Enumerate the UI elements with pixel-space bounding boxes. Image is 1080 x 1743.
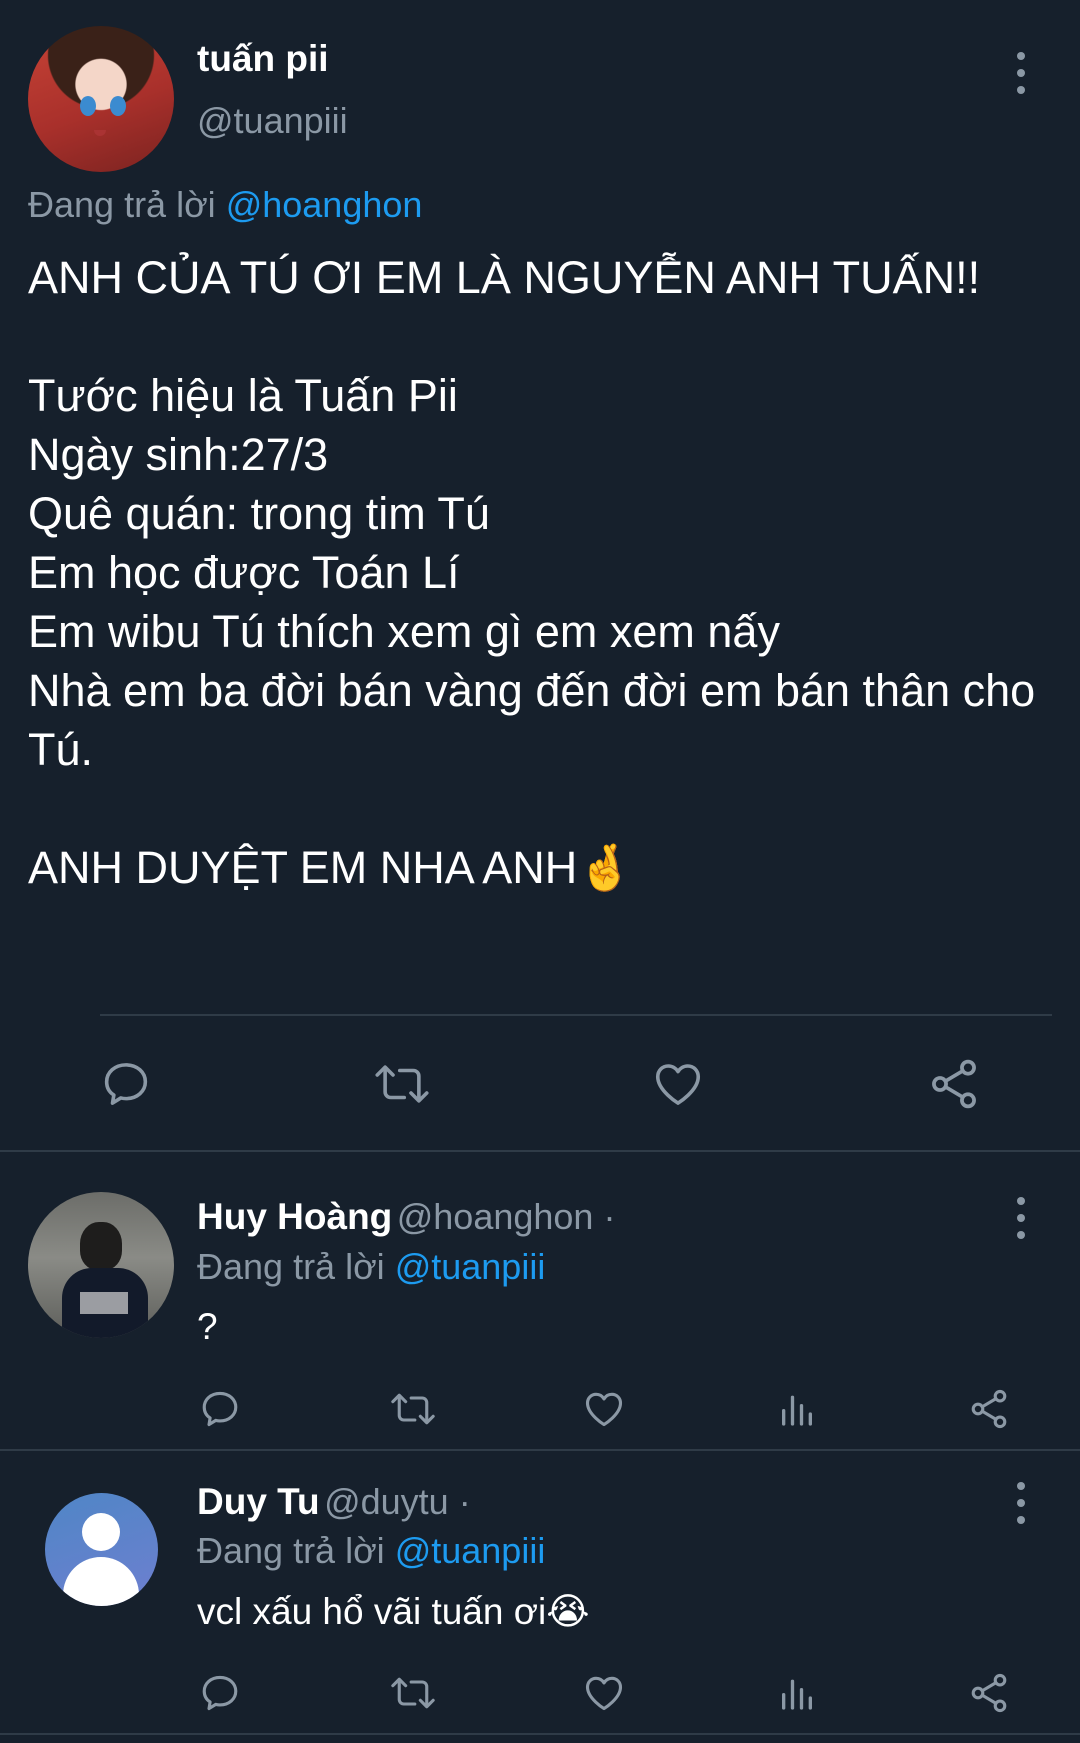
share-icon[interactable] bbox=[924, 1054, 984, 1114]
analytics-icon[interactable] bbox=[773, 1669, 821, 1717]
divider bbox=[100, 1014, 1052, 1016]
analytics-icon[interactable] bbox=[773, 1385, 821, 1433]
tweet-text: ANH CỦA TÚ ƠI EM LÀ NGUYỄN ANH TUẤN!! Tư… bbox=[28, 252, 1036, 893]
reply-icon[interactable] bbox=[196, 1669, 244, 1717]
reply-header: Huy Hoàng @hoanghon · bbox=[197, 1196, 615, 1238]
reply-author-name[interactable]: Duy Tu bbox=[197, 1481, 320, 1522]
replying-prefix: Đang trả lời bbox=[197, 1246, 395, 1287]
retweet-icon[interactable] bbox=[387, 1669, 439, 1717]
more-icon[interactable] bbox=[1001, 1193, 1041, 1243]
retweet-icon[interactable] bbox=[387, 1385, 439, 1433]
reply-icon[interactable] bbox=[196, 1385, 244, 1433]
reply-author-name[interactable]: Huy Hoàng bbox=[197, 1196, 392, 1237]
reply-author-handle[interactable]: @duytu · bbox=[324, 1481, 471, 1522]
author-name[interactable]: tuấn pii bbox=[197, 38, 329, 80]
replying-to-line: Đang trả lời @tuanpiii bbox=[197, 1530, 545, 1572]
divider bbox=[0, 1449, 1080, 1451]
avatar-head bbox=[80, 1222, 122, 1270]
reply-icon[interactable] bbox=[96, 1054, 156, 1114]
avatar-shirt-print bbox=[80, 1292, 128, 1314]
avatar-head bbox=[82, 1513, 120, 1551]
author-handle[interactable]: @tuanpiii bbox=[197, 100, 348, 142]
like-icon[interactable] bbox=[580, 1385, 628, 1433]
avatar-eye bbox=[80, 96, 96, 116]
avatar[interactable] bbox=[28, 1192, 174, 1338]
replying-prefix: Đang trả lời bbox=[197, 1530, 395, 1571]
reply-header: Duy Tu @duytu · bbox=[197, 1481, 471, 1523]
avatar-body bbox=[63, 1557, 139, 1606]
avatar[interactable] bbox=[28, 26, 174, 172]
replying-prefix: Đang trả lời bbox=[28, 184, 226, 225]
reply-text: ? bbox=[197, 1306, 218, 1347]
share-icon[interactable] bbox=[965, 1385, 1013, 1433]
like-icon[interactable] bbox=[580, 1669, 628, 1717]
avatar-mouth bbox=[94, 130, 106, 136]
retweet-icon[interactable] bbox=[370, 1054, 434, 1114]
replying-to-mention[interactable]: @hoanghon bbox=[226, 184, 423, 225]
share-icon[interactable] bbox=[965, 1669, 1013, 1717]
reply-text: vcl xấu hổ vãi tuấn ơi😭 bbox=[197, 1591, 590, 1632]
reply-author-handle[interactable]: @hoanghon · bbox=[397, 1196, 616, 1237]
more-icon[interactable] bbox=[1001, 1478, 1041, 1528]
more-icon[interactable] bbox=[1001, 48, 1041, 98]
replying-to-line: Đang trả lời @tuanpiii bbox=[197, 1246, 545, 1288]
divider bbox=[0, 1150, 1080, 1152]
replying-to-mention[interactable]: @tuanpiii bbox=[395, 1530, 546, 1571]
like-icon[interactable] bbox=[648, 1054, 708, 1114]
replying-to-mention[interactable]: @tuanpiii bbox=[395, 1246, 546, 1287]
replying-to-line: Đang trả lời @hoanghon bbox=[28, 184, 422, 226]
avatar-eye bbox=[110, 96, 126, 116]
default-avatar[interactable] bbox=[45, 1493, 158, 1606]
divider bbox=[0, 1733, 1080, 1735]
